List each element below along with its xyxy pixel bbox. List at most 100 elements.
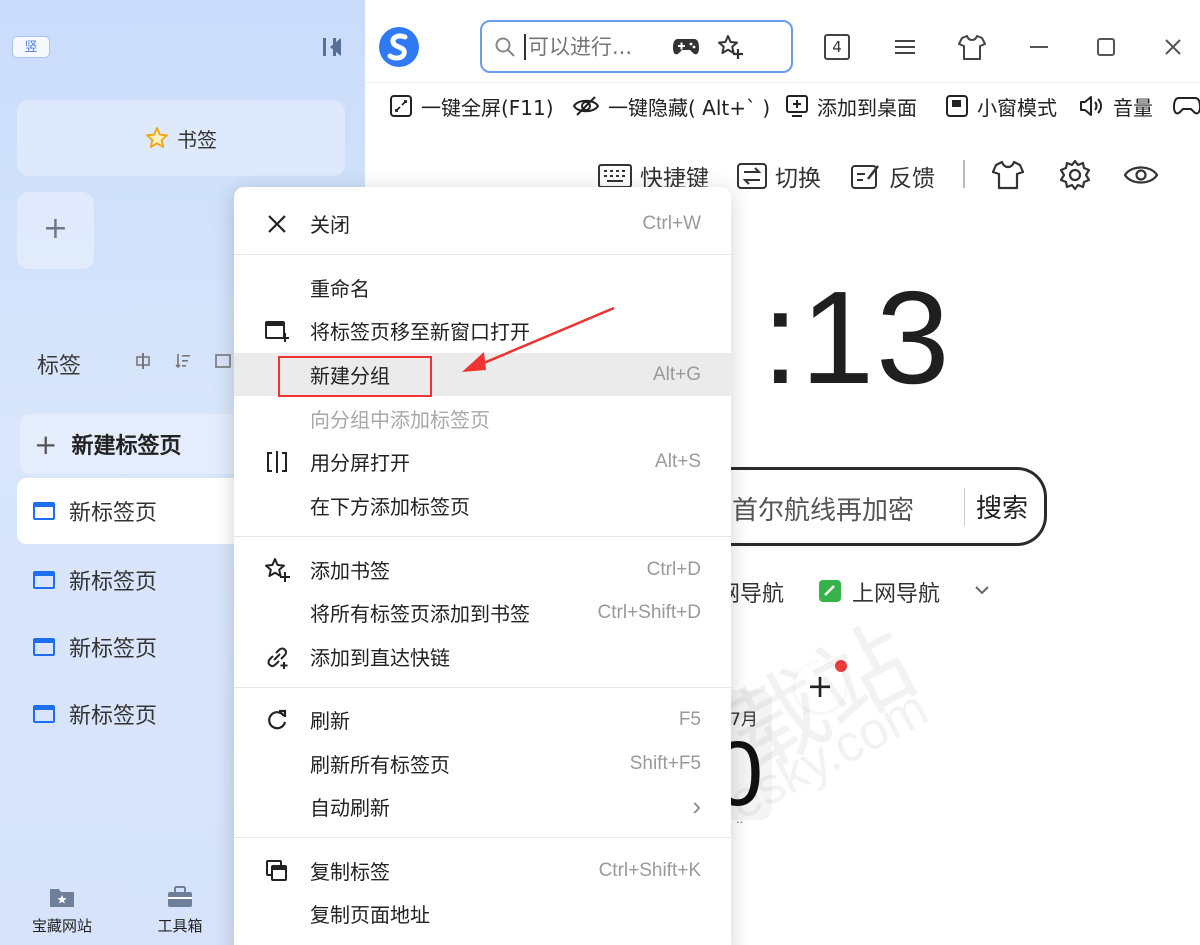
menu-item-close[interactable]: 关闭 Ctrl+W <box>234 202 731 245</box>
menu-item-auto-refresh[interactable]: 自动刷新 › <box>234 785 731 828</box>
gamepad-outline-icon <box>1173 97 1200 115</box>
tab-title: 新标签页 <box>69 501 158 526</box>
menu-item-copy-address[interactable]: 复制页面地址 <box>234 892 731 935</box>
folder-star-icon <box>49 885 75 909</box>
menu-item-shortcut: Ctrl+D <box>646 558 701 580</box>
search-button[interactable]: 搜索 <box>976 488 1028 525</box>
fullscreen-button[interactable]: 一键全屏(F11) <box>389 91 554 121</box>
page-icon <box>33 571 55 589</box>
menu-item-add-tab-below[interactable]: 在下方添加标签页 <box>234 484 731 527</box>
menu-item-shortcut: Shift+F5 <box>629 752 701 774</box>
menu-item-label: 用分屏打开 <box>310 451 410 475</box>
menu-item-refresh[interactable]: 刷新 F5 <box>234 698 731 741</box>
clock-display: :13 <box>762 264 952 411</box>
menu-item-bookmark-all[interactable]: 将所有标签页添加到书签 Ctrl+Shift+D <box>234 591 731 634</box>
menu-item-refresh-all[interactable]: 刷新所有标签页 Shift+F5 <box>234 742 731 785</box>
align-icon[interactable] <box>133 350 153 372</box>
add-to-desktop-button[interactable]: 添加到桌面 <box>785 91 917 121</box>
game-mode-button[interactable] <box>1173 91 1200 121</box>
sort-icon[interactable] <box>173 350 193 372</box>
vertical-tabs-toggle[interactable]: 竖 <box>12 36 50 58</box>
gamepad-icon[interactable] <box>670 33 702 61</box>
mini-window-button[interactable]: 小窗模式 <box>945 91 1057 121</box>
close-window-icon[interactable] <box>1156 30 1190 64</box>
tab-title: 新标签页 <box>69 570 158 595</box>
notification-dot <box>835 660 847 672</box>
menu-item-split-screen[interactable]: 用分屏打开 Alt+S <box>234 440 731 483</box>
page-icon <box>33 502 55 520</box>
star-plus-icon[interactable] <box>714 33 746 61</box>
star-plus-icon <box>262 555 292 585</box>
page-icon <box>33 638 55 656</box>
toolbar-divider <box>963 160 965 188</box>
address-input[interactable] <box>528 34 658 59</box>
menu-divider <box>234 536 731 537</box>
menu-item-shortcut: Alt+S <box>655 450 701 472</box>
menu-item-label: 复制页面地址 <box>310 903 430 927</box>
menu-item-label: 复制标签 <box>310 860 390 884</box>
feedback-button[interactable]: 反馈 <box>851 158 935 194</box>
feedback-label: 反馈 <box>889 166 935 192</box>
mini-window-icon <box>946 95 968 117</box>
eye-icon[interactable] <box>1123 156 1159 194</box>
grid-icon[interactable] <box>213 350 233 372</box>
refresh-icon <box>262 705 292 735</box>
skin-icon[interactable] <box>955 30 989 64</box>
menu-divider <box>234 687 731 688</box>
switch-button[interactable]: 切换 <box>737 158 821 194</box>
chevron-down-icon[interactable] <box>972 580 992 600</box>
switch-icon <box>737 163 767 189</box>
nav-link[interactable]: 上网导航 <box>852 576 940 608</box>
new-tab-label: 新建标签页 <box>71 434 182 459</box>
switch-label: 切换 <box>775 166 821 192</box>
text-caret <box>524 33 526 60</box>
hide-button[interactable]: 一键隐藏( Alt+` ) <box>572 91 770 121</box>
address-search-box[interactable] <box>480 20 793 73</box>
menu-item-shortcut: Ctrl+Shift+D <box>597 601 701 623</box>
tabs-tools <box>133 350 233 372</box>
menu-item-shortcut: F5 <box>678 708 701 730</box>
menu-item-label: 刷新 <box>310 709 350 733</box>
treasure-sites-button[interactable]: 宝藏网站 <box>22 885 102 936</box>
fullscreen-icon <box>390 95 412 117</box>
search-suggestion-text[interactable]: 首尔航线再加密 <box>732 490 914 527</box>
annotation-arrow-icon <box>462 306 615 372</box>
treasure-sites-label: 宝藏网站 <box>31 917 92 935</box>
fullscreen-label: 一键全屏(F11) <box>421 95 554 120</box>
split-screen-icon <box>262 447 292 477</box>
menu-item-label: 添加到直达快链 <box>310 646 450 670</box>
toolbox-button[interactable]: 工具箱 <box>140 885 220 936</box>
add-group-button[interactable]: + <box>17 192 94 269</box>
settings-gear-icon[interactable] <box>1057 156 1093 194</box>
menu-item-add-quick-link[interactable]: 添加到直达快链 <box>234 635 731 678</box>
hide-eye-icon <box>572 96 600 116</box>
nav-green-icon <box>819 580 841 602</box>
volume-button[interactable]: 音量 <box>1079 91 1153 121</box>
collapse-sidebar-icon[interactable] <box>318 33 348 61</box>
maximize-icon[interactable] <box>1089 30 1123 64</box>
menu-item-add-bookmark[interactable]: 添加书签 Ctrl+D <box>234 548 731 591</box>
keyboard-icon <box>598 164 632 188</box>
add-desktop-label: 添加到桌面 <box>817 95 917 120</box>
search-icon <box>495 37 515 57</box>
link-plus-icon <box>262 642 292 672</box>
minimize-icon[interactable] <box>1022 30 1056 64</box>
hide-label: 一键隐藏( Alt+` ) <box>608 95 771 120</box>
bookmarks-button[interactable]: 书签 <box>17 100 345 176</box>
menu-item-duplicate-tab[interactable]: 复制标签 Ctrl+Shift+K <box>234 849 731 892</box>
browser-logo-icon <box>379 27 419 67</box>
page-icon <box>33 705 55 723</box>
menu-item-shortcut: Ctrl+Shift+K <box>598 859 701 881</box>
menu-icon[interactable] <box>888 30 922 64</box>
menu-item-label: 在下方添加标签页 <box>310 495 470 519</box>
tab-count-button[interactable]: 4 <box>824 34 850 60</box>
toolbox-label: 工具箱 <box>157 917 203 935</box>
menu-item-shortcut: Alt+G <box>652 363 701 385</box>
theme-skin-icon[interactable] <box>990 156 1026 194</box>
menu-item-label: 向分组中添加标签页 <box>310 408 490 432</box>
toolbox-icon <box>167 885 193 909</box>
menu-item-label: 关闭 <box>310 213 350 237</box>
plus-icon: + <box>34 427 58 461</box>
menu-item-label: 重命名 <box>310 277 370 301</box>
bookmarks-label: 书签 <box>177 127 217 152</box>
